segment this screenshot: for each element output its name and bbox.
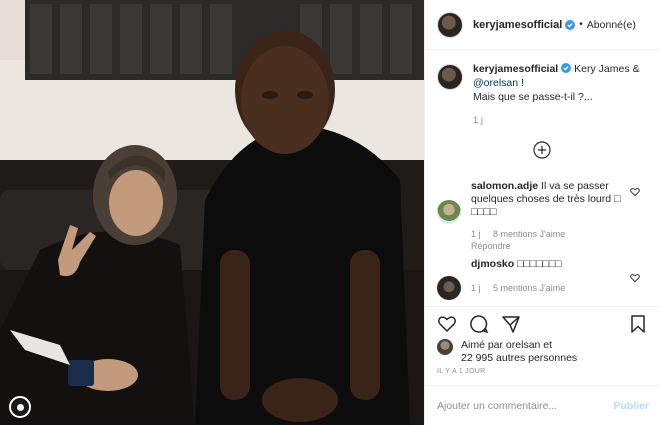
- caption-text: Kery James &: [571, 63, 640, 75]
- caption-line-1: keryjamesofficial Kery James & @orelsan …: [473, 62, 650, 90]
- post-photo[interactable]: [0, 0, 424, 425]
- comment-item: djmosko □□□□□□□ 1 j 5 mentions J'aime: [437, 258, 650, 300]
- comment-meta: 1 j 8 mentions J'aime: [471, 229, 641, 239]
- post-header: keryjamesofficial • Abonné(e): [425, 0, 660, 50]
- post-date[interactable]: IL Y A 1 JOUR: [437, 368, 486, 375]
- comment-input[interactable]: Ajouter un commentaire...: [437, 400, 613, 412]
- add-comment-bar: Ajouter un commentaire... Publier: [425, 385, 660, 425]
- comment-body: djmosko □□□□□□□ 1 j 5 mentions J'aime: [471, 258, 641, 300]
- caption-text-after: !: [518, 77, 524, 89]
- verified-icon: [565, 19, 576, 30]
- liker-avatar[interactable]: [437, 339, 453, 355]
- comment-body: salomon.adje Il va se passer quelques ch…: [471, 180, 641, 251]
- comment-heart-icon[interactable]: [630, 187, 640, 197]
- comment-likes[interactable]: 8 mentions J'aime: [493, 229, 565, 239]
- comment-text: □□□□□□□: [514, 258, 562, 270]
- commenter-avatar[interactable]: [437, 276, 461, 300]
- caption-avatar[interactable]: [437, 64, 463, 90]
- instagram-post-view: keryjamesofficial • Abonné(e) keryjameso…: [0, 0, 660, 425]
- comment-time[interactable]: 1 j: [471, 229, 481, 239]
- post-photo-image: [0, 0, 424, 425]
- follow-status-button[interactable]: Abonné(e): [587, 19, 636, 31]
- comment-username[interactable]: djmosko: [471, 258, 514, 270]
- divider: [425, 306, 660, 307]
- commenter-avatar[interactable]: [437, 200, 461, 224]
- publish-button[interactable]: Publier: [613, 400, 649, 412]
- caption-line-2: Mais que se passe-t-il ?...: [473, 91, 593, 103]
- caption-username[interactable]: keryjamesofficial: [473, 63, 558, 75]
- likes-line-1[interactable]: Aimé par orelsan et: [461, 339, 577, 352]
- avatar[interactable]: [437, 11, 463, 38]
- post-side-panel: keryjamesofficial • Abonné(e) keryjameso…: [424, 0, 660, 425]
- caption-time[interactable]: 1 j: [473, 114, 650, 128]
- comment-meta: 1 j 5 mentions J'aime: [471, 283, 641, 293]
- comment-heart-icon[interactable]: [630, 273, 640, 283]
- caption-body: keryjamesofficial Kery James & @orelsan …: [473, 62, 650, 128]
- bookmark-icon[interactable]: [628, 314, 648, 334]
- comment-likes[interactable]: 5 mentions J'aime: [493, 283, 565, 293]
- separator-dot: •: [579, 19, 583, 30]
- more-comments-icon[interactable]: [533, 141, 551, 159]
- likes-summary: Aimé par orelsan et 22 995 autres person…: [437, 339, 577, 365]
- verified-icon: [561, 63, 572, 73]
- comment-reply-button[interactable]: Répondre: [471, 241, 641, 251]
- comment-icon[interactable]: [469, 314, 489, 334]
- header-username[interactable]: keryjamesofficial: [473, 19, 562, 31]
- comment-time[interactable]: 1 j: [471, 283, 481, 293]
- caption-mention-link[interactable]: @orelsan: [473, 77, 518, 89]
- comment-username[interactable]: salomon.adje: [471, 180, 538, 192]
- share-icon[interactable]: [501, 314, 521, 334]
- comment-item: salomon.adje Il va se passer quelques ch…: [437, 180, 650, 251]
- heart-icon[interactable]: [437, 314, 457, 334]
- action-bar: [437, 313, 648, 335]
- post-caption: keryjamesofficial Kery James & @orelsan …: [437, 62, 650, 128]
- user-tag-icon[interactable]: [9, 396, 31, 418]
- likes-line-2[interactable]: 22 995 autres personnes: [461, 352, 577, 365]
